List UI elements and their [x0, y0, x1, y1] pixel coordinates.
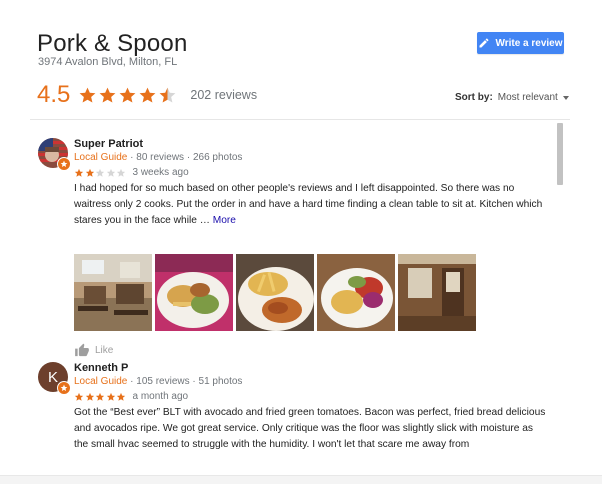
review-count[interactable]: 202 reviews — [190, 88, 257, 102]
reviewer-stats: · 80 reviews · 266 photos — [127, 152, 243, 163]
write-review-label: Write a review — [495, 37, 563, 49]
review-item: K Kenneth P Local Guide · 105 reviews · … — [38, 362, 548, 472]
like-label: Like — [95, 345, 114, 356]
sort-value: Most relevant — [497, 92, 558, 103]
half-star-icon — [159, 87, 176, 103]
reviewer-name[interactable]: Kenneth P — [74, 362, 128, 374]
star-icon — [60, 160, 68, 167]
place-title: Pork & Spoon — [37, 30, 188, 57]
star-icon — [106, 392, 115, 401]
review-body: Got the “Best ever” BLT with avocado and… — [74, 407, 546, 450]
star-icon — [139, 87, 156, 103]
rating-number: 4.5 — [37, 81, 71, 108]
sort-dropdown[interactable]: Sort by: Most relevant — [455, 92, 569, 103]
star-icon — [74, 168, 84, 177]
scrollbar-thumb[interactable] — [557, 123, 563, 185]
review-text: I had hoped for so much based on other p… — [74, 181, 549, 229]
review-stars: 3 weeks ago — [74, 167, 189, 178]
more-link[interactable]: More — [213, 215, 236, 226]
local-guide-badge — [57, 381, 71, 395]
reviewer-stats: · 105 reviews · 51 photos — [127, 376, 243, 387]
avatar[interactable]: K — [38, 362, 71, 395]
reviews-panel: Pork & Spoon 3974 Avalon Blvd, Milton, F… — [0, 0, 602, 484]
review-date: 3 weeks ago — [132, 167, 189, 178]
avatar[interactable] — [38, 138, 71, 171]
sort-label: Sort by: — [455, 92, 493, 103]
empty-star-icon — [95, 168, 105, 177]
review-text: Got the “Best ever” BLT with avocado and… — [74, 405, 549, 453]
star-icon — [85, 392, 94, 401]
local-guide-label: Local Guide — [74, 376, 128, 387]
star-icon — [116, 392, 126, 401]
place-address: 3974 Avalon Blvd, Milton, FL — [38, 56, 178, 68]
review-photos — [74, 254, 476, 331]
review-photo[interactable] — [236, 254, 314, 331]
like-button[interactable]: Like — [74, 343, 113, 358]
empty-star-icon — [116, 168, 126, 177]
review-date: a month ago — [132, 391, 189, 402]
pencil-icon — [479, 38, 489, 48]
empty-star-icon — [106, 168, 115, 177]
reviewer-meta: Local Guide · 105 reviews · 51 photos — [74, 376, 242, 387]
star-icon — [60, 384, 68, 391]
write-review-button[interactable]: Write a review — [477, 32, 564, 54]
star-icon — [74, 392, 84, 401]
star-icon — [119, 87, 136, 103]
star-icon — [99, 87, 116, 103]
local-guide-label: Local Guide — [74, 152, 128, 163]
review-body: I had hoped for so much based on other p… — [74, 183, 543, 226]
reviewer-meta: Local Guide · 80 reviews · 266 photos — [74, 152, 242, 163]
review-photo[interactable] — [74, 254, 152, 331]
star-icon — [79, 87, 96, 103]
star-icon — [85, 168, 94, 177]
review-photo[interactable] — [155, 254, 233, 331]
review-item: Super Patriot Local Guide · 80 reviews ·… — [38, 138, 549, 357]
local-guide-badge — [57, 157, 71, 171]
review-photo[interactable] — [317, 254, 395, 331]
divider — [30, 119, 570, 120]
star-icon — [95, 392, 105, 401]
avatar-letter: K — [47, 368, 58, 386]
rating-stars — [78, 86, 178, 105]
review-photo[interactable] — [398, 254, 476, 331]
caret-down-icon — [562, 95, 569, 100]
review-stars: a month ago — [74, 391, 188, 402]
thumbs-up-icon — [75, 343, 89, 357]
reviewer-name[interactable]: Super Patriot — [74, 138, 143, 150]
rating-summary: 4.5 202 reviews — [37, 80, 257, 110]
